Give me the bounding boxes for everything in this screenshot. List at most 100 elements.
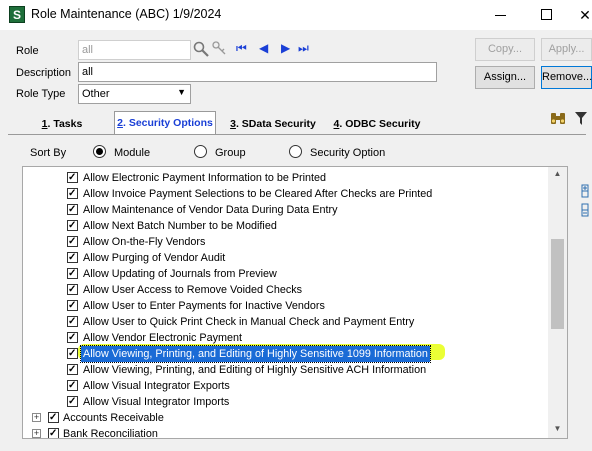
app-icon: S [9, 6, 25, 23]
role-label: Role [16, 45, 39, 57]
radio-icon [194, 145, 207, 158]
description-label: Description [16, 67, 72, 79]
tab-sdata-security-label: . SData Security [235, 118, 316, 130]
tab-tasks[interactable]: 1. Tasks [33, 113, 91, 135]
checkbox-checked-icon[interactable] [67, 314, 78, 330]
sort-by-label: Sort By [30, 147, 67, 159]
checkbox-checked-icon[interactable] [67, 234, 78, 250]
tree-option-label: Allow Viewing, Printing, and Editing of … [80, 345, 431, 363]
role-type-label: Role Type [16, 88, 66, 100]
expand-all-icon[interactable] [579, 184, 592, 198]
checkbox-checked-icon[interactable] [67, 282, 78, 298]
security-options-tree[interactable]: Allow Electronic Payment Information to … [22, 166, 568, 439]
tree-option-label: Allow Purging of Vendor Audit [83, 252, 226, 264]
checkbox-checked-icon[interactable] [67, 266, 78, 282]
tree-option-row[interactable]: Allow Purging of Vendor Audit [23, 250, 563, 266]
remove-button[interactable]: Remove... [541, 66, 592, 89]
tree-option-label: Allow Invoice Payment Selections to be C… [83, 188, 433, 200]
collapse-all-icon[interactable] [579, 203, 592, 217]
close-icon: ✕ [579, 7, 591, 23]
tree-option-row[interactable]: Allow On-the-Fly Vendors [23, 234, 563, 250]
tree-option-row[interactable]: Allow Visual Integrator Imports [23, 394, 563, 410]
sort-group-radio[interactable] [194, 145, 207, 161]
sort-group-label: Group [215, 147, 246, 159]
tree-option-row[interactable]: Allow User to Enter Payments for Inactiv… [23, 298, 563, 314]
tree-module-row[interactable]: + Bank Reconciliation [23, 426, 563, 439]
checkbox-checked-icon[interactable] [67, 346, 78, 362]
checkbox-checked-icon[interactable] [67, 394, 78, 410]
filter-icon[interactable] [574, 110, 588, 126]
radio-selected-icon [93, 145, 106, 158]
checkbox-checked-icon[interactable] [67, 218, 78, 234]
scroll-up-icon[interactable]: ▲ [548, 169, 567, 178]
description-field[interactable]: all [78, 62, 437, 82]
tree-option-label: Allow Visual Integrator Imports [83, 396, 230, 408]
checkbox-checked-icon[interactable] [67, 202, 78, 218]
sort-security-option-label: Security Option [310, 147, 386, 159]
first-record-icon[interactable]: ⏮ [236, 41, 247, 56]
tree-option-row[interactable]: Allow Viewing, Printing, and Editing of … [23, 345, 563, 363]
checkbox-checked-icon[interactable] [67, 362, 78, 378]
chevron-down-icon: ▼ [177, 87, 186, 97]
tree-option-label: Allow User to Quick Print Check in Manua… [83, 316, 415, 328]
copy-button[interactable]: Copy... [475, 38, 535, 61]
checkbox-checked-icon[interactable] [67, 250, 78, 266]
tree-option-row[interactable]: Allow User to Quick Print Check in Manua… [23, 314, 563, 330]
assign-button[interactable]: Assign... [475, 66, 535, 89]
tab-odbc-security-label: . ODBC Security [339, 118, 421, 130]
sort-security-option-radio[interactable] [289, 145, 302, 161]
lookup-icon[interactable] [193, 41, 209, 57]
maximize-button[interactable] [524, 0, 570, 30]
tree-option-row[interactable]: Allow Maintenance of Vendor Data During … [23, 202, 563, 218]
expand-icon[interactable]: + [32, 413, 41, 422]
scroll-down-icon[interactable]: ▼ [548, 424, 567, 433]
close-button[interactable]: ✕ [570, 0, 592, 30]
tree-option-row[interactable]: Allow Visual Integrator Exports [23, 378, 563, 394]
checkbox-checked-icon[interactable] [67, 186, 78, 202]
maximize-icon [541, 9, 552, 20]
tree-option-row[interactable]: Allow Electronic Payment Information to … [23, 170, 563, 186]
tab-strip-border [8, 134, 586, 135]
tree-option-label: Allow Viewing, Printing, and Editing of … [83, 364, 427, 376]
role-type-value: Other [82, 88, 110, 100]
key-icon[interactable] [212, 41, 226, 57]
tree-option-row[interactable]: Allow Updating of Journals from Preview [23, 266, 563, 282]
binoculars-icon[interactable] [550, 110, 566, 126]
tab-tasks-label: . Tasks [47, 118, 83, 130]
checkbox-checked-icon[interactable] [67, 170, 78, 186]
tree-option-row[interactable]: Allow User Access to Remove Voided Check… [23, 282, 563, 298]
scroll-thumb[interactable] [551, 239, 564, 329]
tab-security-options-label: . Security Options [122, 117, 213, 129]
tree-scrollbar[interactable]: ▲ ▼ [548, 167, 567, 438]
checkbox-checked-icon[interactable] [67, 298, 78, 314]
previous-record-icon[interactable]: ◀ [259, 41, 268, 55]
tree-module-label: Bank Reconciliation [63, 428, 158, 439]
last-record-icon[interactable]: ⏭ [298, 41, 309, 56]
tree-option-row[interactable]: Allow Invoice Payment Selections to be C… [23, 186, 563, 202]
tree-module-row[interactable]: + Accounts Receivable [23, 410, 563, 426]
tree-option-row[interactable]: Allow Viewing, Printing, and Editing of … [23, 362, 563, 378]
sort-module-radio[interactable] [93, 145, 106, 161]
checkbox-checked-icon[interactable] [48, 426, 59, 438]
tab-odbc-security[interactable]: 4. ODBC Security [330, 113, 424, 135]
next-record-icon[interactable]: ▶ [281, 41, 290, 55]
checkbox-checked-icon[interactable] [67, 330, 78, 346]
window-title: Role Maintenance (ABC) 1/9/2024 [31, 7, 222, 21]
minimize-button[interactable] [478, 0, 524, 30]
radio-icon [289, 145, 302, 158]
tree-option-label: Allow User Access to Remove Voided Check… [83, 284, 303, 296]
expand-icon[interactable]: + [32, 429, 41, 438]
apply-button[interactable]: Apply... [541, 38, 592, 61]
tab-security-options[interactable]: 2. Security Options [114, 111, 216, 135]
role-type-select[interactable]: Other ▼ [78, 84, 191, 104]
tab-sdata-security[interactable]: 3. SData Security [224, 113, 322, 135]
tree-module-label: Accounts Receivable [63, 412, 164, 424]
tree-option-label: Allow Maintenance of Vendor Data During … [83, 204, 338, 216]
tree-option-row[interactable]: Allow Vendor Electronic Payment [23, 330, 563, 346]
role-field[interactable]: all [78, 40, 191, 60]
tree-option-label: Allow Visual Integrator Exports [83, 380, 230, 392]
checkbox-checked-icon[interactable] [67, 378, 78, 394]
tree-option-row[interactable]: Allow Next Batch Number to be Modified [23, 218, 563, 234]
tree-option-label: Allow Next Batch Number to be Modified [83, 220, 277, 232]
checkbox-checked-icon[interactable] [48, 410, 59, 426]
